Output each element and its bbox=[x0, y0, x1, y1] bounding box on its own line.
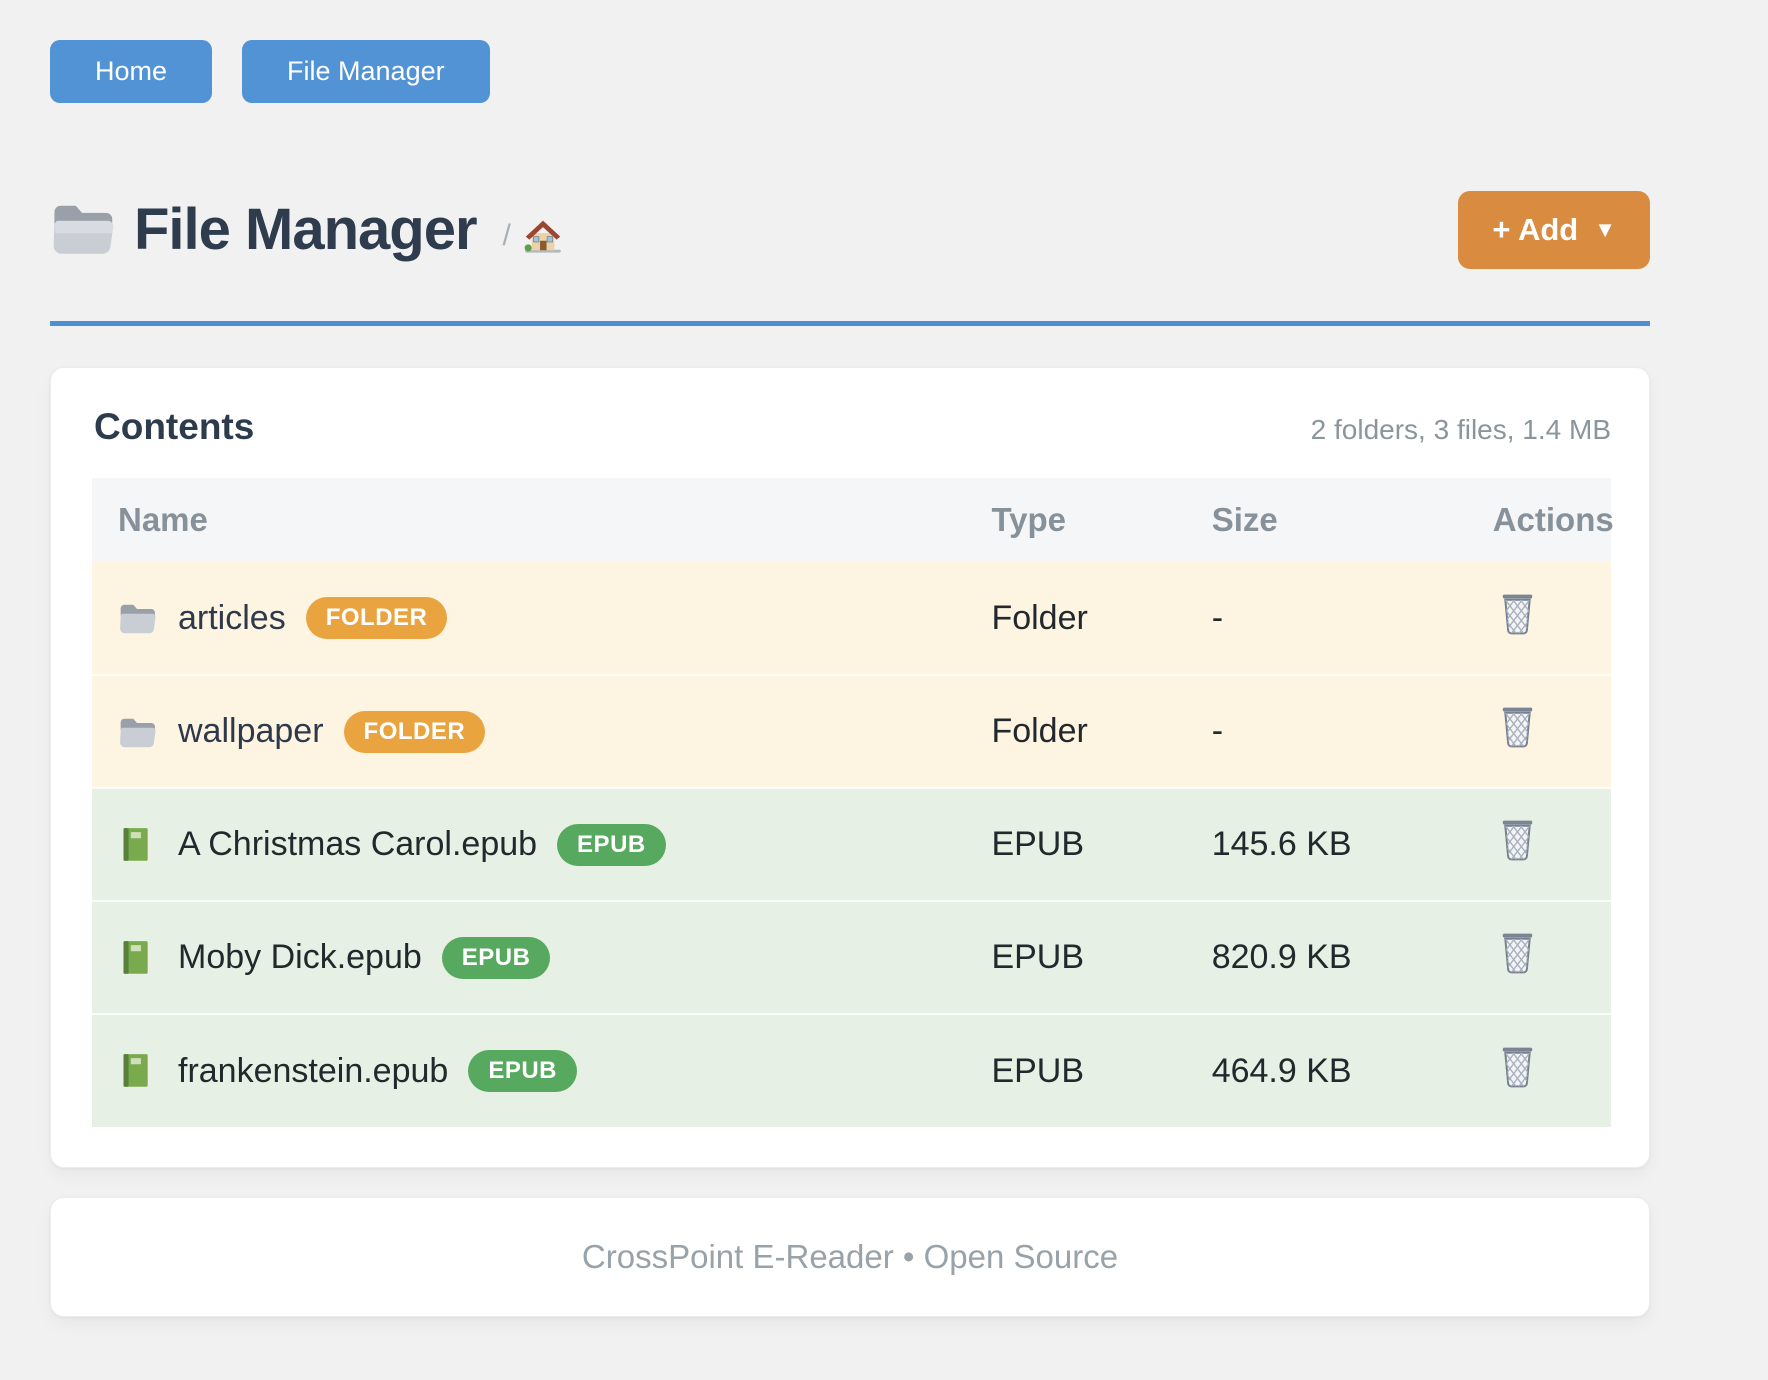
table-row: articles FOLDER Folder - bbox=[92, 562, 1611, 675]
column-header-actions: Actions bbox=[1467, 478, 1611, 562]
page-title: File Manager bbox=[134, 200, 477, 261]
type-cell: Folder bbox=[965, 675, 1185, 788]
table-row: A Christmas Carol.epub EPUB EPUB 145.6 K… bbox=[92, 788, 1611, 901]
file-table: Name Type Size Actions ar bbox=[92, 478, 1611, 1127]
size-cell: - bbox=[1186, 562, 1467, 675]
contents-card: Contents 2 folders, 3 files, 1.4 MB Name… bbox=[50, 367, 1650, 1168]
file-name[interactable]: A Christmas Carol.epub bbox=[178, 825, 537, 864]
file-name[interactable]: Moby Dick.epub bbox=[178, 938, 422, 977]
delete-button[interactable] bbox=[1499, 705, 1536, 749]
type-badge: EPUB bbox=[557, 824, 666, 866]
table-row: Moby Dick.epub EPUB EPUB 820.9 KB bbox=[92, 901, 1611, 1014]
contents-title: Contents bbox=[94, 406, 254, 448]
trash-icon bbox=[1499, 931, 1536, 975]
name-cell: frankenstein.epub EPUB bbox=[118, 1050, 939, 1092]
column-header-type: Type bbox=[965, 478, 1185, 562]
delete-button[interactable] bbox=[1499, 592, 1536, 636]
table-row: wallpaper FOLDER Folder - bbox=[92, 675, 1611, 788]
breadcrumb-separator: / bbox=[503, 219, 511, 253]
delete-button[interactable] bbox=[1499, 931, 1536, 975]
type-cell: EPUB bbox=[965, 901, 1185, 1014]
nav-home-button[interactable]: Home bbox=[50, 40, 212, 103]
file-table-body: articles FOLDER Folder - bbox=[92, 562, 1611, 1127]
trash-icon bbox=[1499, 818, 1536, 862]
file-name[interactable]: wallpaper bbox=[178, 712, 324, 751]
type-cell: EPUB bbox=[965, 1014, 1185, 1127]
type-badge: FOLDER bbox=[344, 711, 486, 753]
add-button[interactable]: + Add ▼ bbox=[1458, 191, 1650, 269]
table-header-row: Name Type Size Actions bbox=[92, 478, 1611, 562]
type-cell: EPUB bbox=[965, 788, 1185, 901]
book-icon bbox=[118, 1053, 156, 1089]
trash-icon bbox=[1499, 705, 1536, 749]
trash-icon bbox=[1499, 1045, 1536, 1089]
book-icon bbox=[118, 940, 156, 976]
file-manager-page: Home File Manager File Manager / + bbox=[0, 0, 1768, 1317]
delete-button[interactable] bbox=[1499, 818, 1536, 862]
home-icon[interactable] bbox=[523, 217, 563, 255]
size-cell: 464.9 KB bbox=[1186, 1014, 1467, 1127]
file-name[interactable]: frankenstein.epub bbox=[178, 1052, 448, 1091]
size-cell: 145.6 KB bbox=[1186, 788, 1467, 901]
name-cell: A Christmas Carol.epub EPUB bbox=[118, 824, 939, 866]
column-header-size: Size bbox=[1186, 478, 1467, 562]
type-badge: FOLDER bbox=[306, 597, 448, 639]
type-badge: EPUB bbox=[468, 1050, 577, 1092]
name-cell: Moby Dick.epub EPUB bbox=[118, 937, 939, 979]
contents-summary: 2 folders, 3 files, 1.4 MB bbox=[1311, 414, 1611, 446]
size-cell: - bbox=[1186, 675, 1467, 788]
delete-button[interactable] bbox=[1499, 1045, 1536, 1089]
title-group: File Manager / bbox=[50, 199, 563, 261]
size-cell: 820.9 KB bbox=[1186, 901, 1467, 1014]
name-cell: articles FOLDER bbox=[118, 597, 939, 639]
page-header: File Manager / + Add ▼ bbox=[50, 183, 1650, 277]
book-icon bbox=[118, 827, 156, 863]
top-nav: Home File Manager bbox=[50, 40, 1650, 103]
footer-card: CrossPoint E-Reader • Open Source bbox=[50, 1197, 1650, 1317]
table-row: frankenstein.epub EPUB EPUB 464.9 KB bbox=[92, 1014, 1611, 1127]
folder-icon bbox=[118, 600, 156, 636]
header-divider bbox=[50, 321, 1650, 326]
file-name[interactable]: articles bbox=[178, 599, 286, 638]
nav-file-manager-button[interactable]: File Manager bbox=[242, 40, 490, 103]
footer-text: CrossPoint E-Reader • Open Source bbox=[582, 1238, 1118, 1276]
caret-down-icon: ▼ bbox=[1594, 219, 1616, 241]
name-cell: wallpaper FOLDER bbox=[118, 711, 939, 753]
contents-card-header: Contents 2 folders, 3 files, 1.4 MB bbox=[92, 406, 1611, 478]
add-button-label: + Add bbox=[1492, 212, 1578, 248]
type-cell: Folder bbox=[965, 562, 1185, 675]
folder-icon bbox=[50, 199, 114, 257]
trash-icon bbox=[1499, 592, 1536, 636]
type-badge: EPUB bbox=[442, 937, 551, 979]
column-header-name: Name bbox=[92, 478, 965, 562]
folder-icon bbox=[118, 714, 156, 750]
